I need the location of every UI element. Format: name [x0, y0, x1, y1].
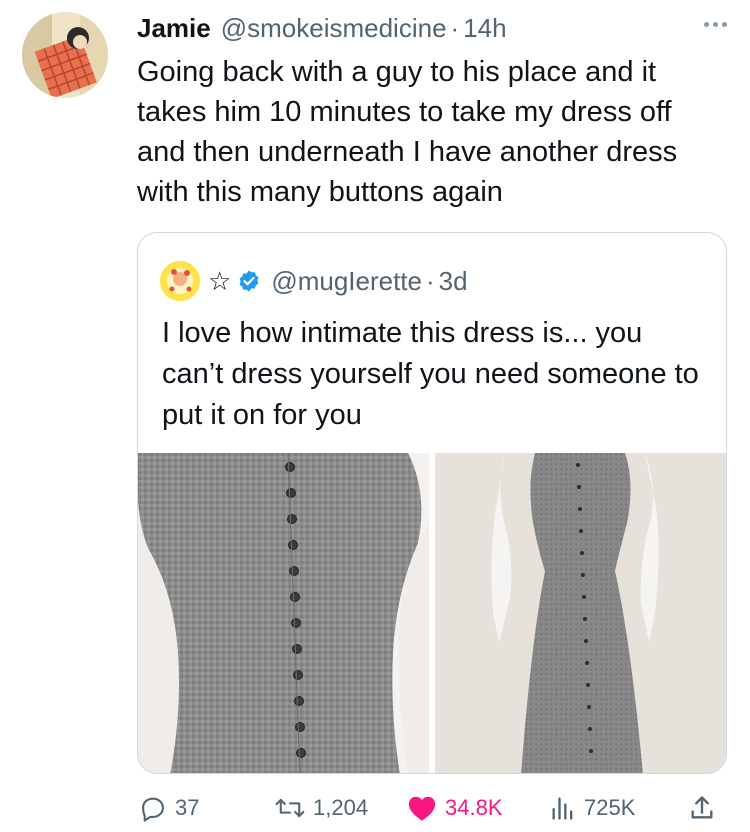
tweet[interactable]: Jamie @smokeismedicine · 14h Going back … [0, 0, 750, 832]
share-icon [691, 796, 713, 819]
reply-button[interactable]: 37 [139, 794, 199, 822]
quote-author-avatar[interactable] [160, 261, 200, 301]
retweet-button[interactable]: 1,204 [275, 794, 368, 822]
like-count: 34.8K [445, 795, 503, 820]
retweet-icon [275, 798, 305, 818]
tweet-text: Going back with a guy to his place and i… [137, 56, 678, 208]
quote-text: I love how intimate this dress is... you… [162, 317, 699, 431]
quote-author-handle[interactable]: @mugIerette [271, 266, 422, 297]
author-handle[interactable]: @smokeismedicine [221, 13, 447, 44]
views-icon [552, 797, 573, 820]
quote-author-name[interactable]: ☆ [208, 268, 231, 294]
dress-full-back-photo[interactable] [435, 453, 726, 773]
views-button[interactable]: 725K [550, 794, 635, 822]
tweet-header: Jamie @smokeismedicine · 14h [137, 8, 730, 48]
author-avatar[interactable] [22, 12, 108, 98]
more-icon[interactable] [700, 14, 730, 34]
reply-icon [142, 797, 164, 822]
quoted-tweet[interactable]: ☆ @mugIerette · 3d I love how intimate t… [137, 232, 727, 774]
tweet-actions: 37 1,204 34.8K 725K [137, 788, 727, 828]
verified-badge-icon [239, 270, 259, 292]
like-button[interactable]: 34.8K [407, 794, 503, 822]
header-separator: · [450, 12, 460, 43]
quote-separator: · [426, 265, 435, 296]
quote-time[interactable]: 3d [439, 266, 468, 297]
quote-media [138, 453, 726, 773]
views-count: 725K [584, 795, 636, 820]
author-name[interactable]: Jamie [137, 13, 211, 44]
like-icon [408, 796, 436, 821]
retweet-count: 1,204 [313, 795, 369, 820]
share-button[interactable] [689, 794, 715, 822]
reply-count: 37 [175, 795, 200, 820]
tweet-time[interactable]: 14h [463, 13, 506, 44]
quote-header: ☆ @mugIerette · 3d [160, 261, 468, 301]
dress-back-closeup-photo[interactable] [138, 453, 429, 773]
